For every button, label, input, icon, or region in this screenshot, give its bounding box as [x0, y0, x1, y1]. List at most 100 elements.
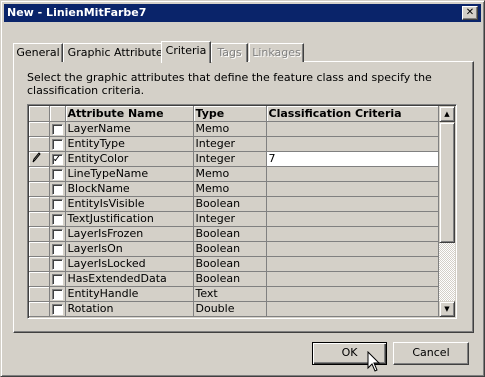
row-checkbox-cell — [49, 166, 66, 182]
criteria-cell[interactable] — [266, 286, 439, 302]
row-selector[interactable] — [29, 181, 50, 197]
row-selector[interactable] — [29, 271, 50, 287]
row-checkbox-cell — [49, 121, 66, 137]
attribute-grid[interactable]: Attribute Name Type Classification Crite… — [27, 104, 457, 319]
row-selector[interactable] — [29, 121, 50, 137]
include-checkbox[interactable] — [51, 243, 63, 255]
attribute-name-header[interactable]: Attribute Name — [65, 106, 194, 122]
row-selector[interactable] — [29, 136, 50, 152]
type-cell: Double — [193, 301, 267, 317]
table-row[interactable]: HasExtendedData Boolean — [29, 271, 439, 287]
row-checkbox-cell — [49, 226, 66, 242]
attribute-name-cell: EntityIsVisible — [65, 196, 194, 212]
table-row[interactable]: EntityType Integer — [29, 136, 439, 152]
criteria-cell[interactable]: 7 — [266, 151, 439, 167]
title-bar[interactable]: New - LinienMitFarbe7 ✕ — [4, 4, 481, 22]
type-cell: Integer — [193, 211, 267, 227]
row-checkbox-cell — [49, 136, 66, 152]
type-cell: Integer — [193, 151, 267, 167]
row-selector[interactable] — [29, 211, 50, 227]
tab-graphic-attributes[interactable]: Graphic Attributes — [63, 43, 173, 62]
include-checkbox[interactable] — [51, 123, 63, 135]
criteria-cell[interactable] — [266, 226, 439, 242]
criteria-cell[interactable] — [266, 136, 439, 152]
instructions-text: Select the graphic attributes that defin… — [27, 71, 432, 97]
type-cell: Memo — [193, 166, 267, 182]
scroll-up-button[interactable]: ▲ — [439, 106, 455, 122]
tab-criteria[interactable]: Criteria — [161, 41, 211, 63]
table-row[interactable]: TextJustification Integer — [29, 211, 439, 227]
attribute-name-cell: LineTypeName — [65, 166, 194, 182]
attribute-name-cell: TextJustification — [65, 211, 194, 227]
attribute-table: Attribute Name Type Classification Crite… — [29, 106, 439, 317]
row-checkbox-cell: ✓ — [49, 151, 66, 167]
criteria-cell[interactable] — [266, 241, 439, 257]
include-checkbox[interactable] — [51, 303, 63, 315]
type-cell: Text — [193, 286, 267, 302]
include-checkbox[interactable] — [51, 258, 63, 270]
include-checkbox[interactable] — [51, 168, 63, 180]
tab-general[interactable]: General — [13, 43, 63, 62]
row-checkbox-cell — [49, 241, 66, 257]
table-row[interactable]: LayerName Memo — [29, 121, 439, 137]
type-cell: Boolean — [193, 196, 267, 212]
criteria-cell[interactable] — [266, 271, 439, 287]
dialog-window: New - LinienMitFarbe7 ✕ General Graphic … — [0, 0, 485, 377]
scroll-thumb[interactable] — [439, 122, 455, 243]
type-cell: Boolean — [193, 226, 267, 242]
criteria-cell[interactable] — [266, 211, 439, 227]
close-button[interactable]: ✕ — [462, 6, 478, 20]
table-row[interactable]: EntityIsVisible Boolean — [29, 196, 439, 212]
include-checkbox[interactable] — [51, 138, 63, 150]
row-selector[interactable] — [29, 256, 50, 272]
table-row[interactable]: Rotation Double — [29, 301, 439, 317]
window-title: New - LinienMitFarbe7 — [7, 6, 147, 19]
row-selector[interactable] — [29, 241, 50, 257]
selector-header — [29, 106, 50, 122]
row-selector[interactable] — [29, 301, 50, 317]
table-row[interactable]: LineTypeName Memo — [29, 166, 439, 182]
type-cell: Integer — [193, 136, 267, 152]
criteria-cell[interactable] — [266, 166, 439, 182]
type-cell: Memo — [193, 121, 267, 137]
criteria-cell[interactable] — [266, 256, 439, 272]
criteria-cell[interactable] — [266, 196, 439, 212]
criteria-cell[interactable] — [266, 121, 439, 137]
row-selector[interactable] — [29, 151, 50, 167]
include-checkbox[interactable] — [51, 183, 63, 195]
include-checkbox[interactable] — [51, 288, 63, 300]
table-row[interactable]: ✓ EntityColor Integer 7 — [29, 151, 439, 167]
type-cell: Boolean — [193, 271, 267, 287]
vertical-scrollbar[interactable]: ▲ ▼ — [439, 106, 455, 317]
criteria-cell[interactable] — [266, 181, 439, 197]
cancel-button[interactable]: Cancel — [393, 342, 469, 365]
scroll-down-icon: ▼ — [444, 305, 450, 313]
attribute-name-cell: Rotation — [65, 301, 194, 317]
table-row[interactable]: LayerIsFrozen Boolean — [29, 226, 439, 242]
row-selector[interactable] — [29, 226, 50, 242]
row-selector[interactable] — [29, 196, 50, 212]
type-cell: Memo — [193, 181, 267, 197]
include-checkbox[interactable] — [51, 198, 63, 210]
attribute-name-cell: LayerIsOn — [65, 241, 194, 257]
row-selector[interactable] — [29, 286, 50, 302]
table-row[interactable]: LayerIsLocked Boolean — [29, 256, 439, 272]
type-header[interactable]: Type — [193, 106, 267, 122]
table-header-row: Attribute Name Type Classification Crite… — [29, 106, 439, 122]
table-row[interactable]: BlockName Memo — [29, 181, 439, 197]
checkbox-header — [49, 106, 66, 122]
include-checkbox[interactable] — [51, 273, 63, 285]
include-checkbox[interactable]: ✓ — [51, 153, 63, 165]
scroll-down-button[interactable]: ▼ — [439, 301, 455, 317]
criteria-cell[interactable] — [266, 301, 439, 317]
row-selector[interactable] — [29, 166, 50, 182]
criteria-header[interactable]: Classification Criteria — [266, 106, 439, 122]
scroll-up-icon: ▲ — [444, 110, 450, 118]
table-row[interactable]: EntityHandle Text — [29, 286, 439, 302]
type-cell: Boolean — [193, 256, 267, 272]
table-row[interactable]: LayerIsOn Boolean — [29, 241, 439, 257]
row-checkbox-cell — [49, 301, 66, 317]
attribute-name-cell: LayerName — [65, 121, 194, 137]
include-checkbox[interactable] — [51, 213, 63, 225]
include-checkbox[interactable] — [51, 228, 63, 240]
